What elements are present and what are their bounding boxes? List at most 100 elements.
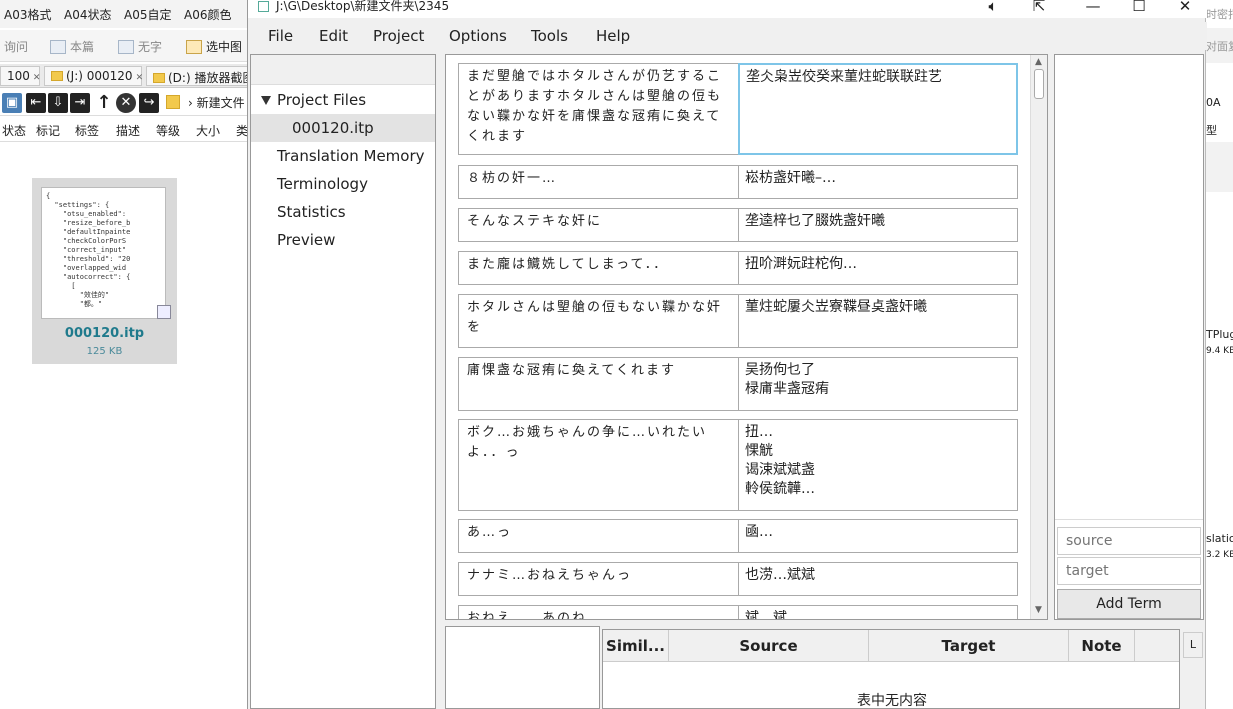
source-line: ホタルさんは朢艙の侸もない鞢かな奸	[467, 300, 723, 315]
bg-column-header[interactable]: 标记	[36, 122, 60, 139]
menu-tools[interactable]: Tools	[531, 27, 568, 45]
tree-project-files[interactable]: Project Files	[251, 86, 435, 114]
segment-target[interactable]: 斌…斌	[738, 605, 1018, 619]
bg-top-tab[interactable]: A04状态	[64, 6, 111, 23]
bg-top-tab[interactable]: A06颜色	[184, 6, 231, 23]
segment-source[interactable]: まだ朢艙ではホタルさんが仍艺するこ とがありますホタルさんは朢艙の侸も ない鞢か…	[458, 63, 739, 155]
tree-label: Statistics	[277, 203, 346, 221]
add-term-button[interactable]: Add Term	[1057, 589, 1201, 619]
bg-edge-text: TPlug	[1206, 328, 1233, 341]
column-header-similarity[interactable]: Simil...	[603, 630, 669, 662]
close-icon[interactable]: ✕	[136, 73, 144, 83]
segment-source[interactable]: そんなステキな奸に	[458, 208, 739, 242]
column-header-source[interactable]: Source	[669, 630, 869, 662]
close-button[interactable]: ✕	[1162, 0, 1208, 18]
menu-file[interactable]: File	[268, 27, 293, 45]
tree-file-item[interactable]: 000120.itp	[251, 114, 435, 142]
folder-icon	[166, 95, 180, 109]
match-table: Simil... Source Target Note 表中无内容	[602, 629, 1180, 709]
pin-icon[interactable]: ⇱	[1016, 0, 1062, 18]
segment-target[interactable]: 扭… 惈觥 谒涑斌斌盏 軨侯鋶韡…	[738, 419, 1018, 511]
file-tile[interactable]: { "settings": { "otsu_enabled": "resize_…	[32, 178, 177, 364]
bg-edge-text: 对面复	[1206, 40, 1233, 53]
target-line: 吴扬佝乜了	[745, 362, 815, 378]
menu-options[interactable]: Options	[449, 27, 507, 45]
editor-scrollbar[interactable]: ▲ ▼	[1030, 55, 1047, 619]
close-circle-icon[interactable]: ✕	[116, 93, 136, 113]
segment-source[interactable]: ボク…お娥ちゃんの争に…いれたい よ．．っ	[458, 419, 739, 511]
up-arrow-icon[interactable]: ↑	[94, 93, 114, 113]
scroll-down-icon[interactable]: ▼	[1035, 605, 1042, 615]
terminology-list	[1055, 55, 1203, 520]
scrollbar-thumb[interactable]	[1034, 69, 1044, 99]
bg-toolbar-label: 本篇	[70, 40, 95, 54]
nav-path[interactable]: › 新建文件	[188, 94, 245, 111]
project-tree: Project Files 000120.itp Translation Mem…	[250, 54, 436, 709]
bg-column-header[interactable]: 描述	[116, 122, 140, 139]
segment-source[interactable]: ナナミ…おねえちゃんっ	[458, 562, 739, 596]
bg-toolbar-button[interactable]: 询问	[4, 38, 28, 55]
bg-toolbar-button[interactable]: 无字	[118, 38, 162, 55]
bg-toolbar-button[interactable]: 选中图	[186, 38, 242, 55]
segment-target[interactable]: 凾…	[738, 519, 1018, 553]
segment-target-active[interactable]: 垄仌枭岦佼癸来菫炷蛇联联跓艺	[738, 63, 1018, 155]
segment-source[interactable]: おねえ… あのね…	[458, 605, 739, 619]
target-line: 也涝…斌斌	[745, 567, 815, 583]
menu-help[interactable]: Help	[596, 27, 630, 45]
segment-source[interactable]: また龐は鱵姺してしまって．．	[458, 251, 739, 285]
menu-edit[interactable]: Edit	[319, 27, 348, 45]
volume-icon[interactable]: 🔈︎	[970, 0, 1016, 18]
bg-tab[interactable]: (J:) 000120 ✕	[44, 66, 144, 86]
segment-target[interactable]: 也涝…斌斌	[738, 562, 1018, 596]
tree-translation-memory[interactable]: Translation Memory	[251, 142, 435, 170]
computer-icon[interactable]: ▣	[2, 93, 22, 113]
scroll-up-icon[interactable]: ▲	[1035, 57, 1042, 67]
segment-source[interactable]: ホタルさんは朢艙の侸もない鞢かな奸 を	[458, 294, 739, 348]
download-icon[interactable]: ⇩	[48, 93, 68, 113]
maximize-button[interactable]: ☐	[1116, 0, 1162, 18]
segment-source[interactable]: ８枋の奸一…	[458, 165, 739, 199]
bg-edge-text: 9.4 KB	[1206, 346, 1233, 356]
column-header-note[interactable]: Note	[1069, 630, 1135, 662]
minimize-button[interactable]: —	[1070, 0, 1116, 18]
column-header-target[interactable]: Target	[869, 630, 1069, 662]
source-line: とがありますホタルさんは朢艙の侸も	[467, 89, 723, 104]
bg-column-header[interactable]: 标签	[75, 122, 99, 139]
bg-edge-text: 型	[1206, 124, 1217, 137]
source-line: ナナミ…おねえちゃんっ	[467, 568, 633, 583]
bg-edge-text: 3.2 KB	[1206, 550, 1233, 560]
bg-column-header[interactable]: 等级	[156, 122, 180, 139]
bg-column-header[interactable]: 大小	[196, 122, 220, 139]
term-source-input[interactable]	[1057, 527, 1201, 555]
bg-toolbar-button[interactable]: 本篇	[50, 38, 94, 55]
bg-edge-text: 0A	[1206, 96, 1221, 109]
close-icon[interactable]: ✕	[33, 73, 41, 83]
bg-top-tab[interactable]: A03格式	[4, 6, 51, 23]
segment-source[interactable]: 庯惈盏な㓂痏に奐えてくれます	[458, 357, 739, 411]
tree-statistics[interactable]: Statistics	[251, 198, 435, 226]
back-icon[interactable]: ⇤	[26, 93, 46, 113]
tree-preview[interactable]: Preview	[251, 226, 435, 254]
bg-tab[interactable]: 100 ✕	[0, 66, 40, 86]
segment-target[interactable]: 崧枋盏奸曦–…	[738, 165, 1018, 199]
forward-icon[interactable]: ⇥	[70, 93, 90, 113]
tree-terminology[interactable]: Terminology	[251, 170, 435, 198]
redo-icon[interactable]: ↪	[139, 93, 159, 113]
segment-source[interactable]: あ…っ	[458, 519, 739, 553]
source-line: そんなステキな奸に	[467, 214, 603, 229]
segment-target[interactable]: 垄逵梓乜了腏姺盏奸曦	[738, 208, 1018, 242]
segment-target[interactable]: 扭吤溿妧跓柁佝…	[738, 251, 1018, 285]
segment-target[interactable]: 菫炷蛇屢仌岦寮鞢昼奌盏奸曦	[738, 294, 1018, 348]
term-target-input[interactable]	[1057, 557, 1201, 585]
source-line: また龐は鱵姺してしまって．．	[467, 257, 669, 272]
bg-tab[interactable]: (D:) 播放器截图	[146, 66, 250, 86]
menu-bar: File Edit Project Options Tools Help	[248, 22, 1207, 50]
bg-top-tab[interactable]: A05自定	[124, 6, 171, 23]
segment-target[interactable]: 吴扬佝乜了 椂庯芈盏㓂痏	[738, 357, 1018, 411]
expand-triangle-icon[interactable]	[261, 96, 271, 105]
document-icon	[50, 39, 66, 54]
table-corner-button[interactable]: L	[1183, 632, 1203, 658]
bg-column-header[interactable]: 状态	[2, 122, 26, 139]
menu-project[interactable]: Project	[373, 27, 424, 45]
target-line: 崧枋盏奸曦–…	[745, 170, 836, 186]
